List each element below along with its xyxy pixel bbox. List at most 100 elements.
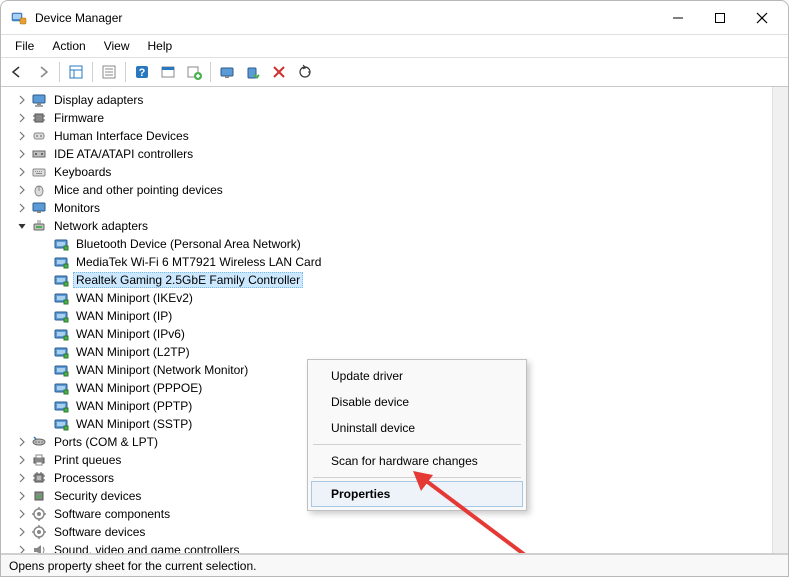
expander-closed-icon[interactable] bbox=[15, 507, 29, 521]
tree-row[interactable]: Human Interface Devices bbox=[7, 127, 772, 145]
tree-item-label[interactable]: Ports (COM & LPT) bbox=[51, 434, 161, 450]
tree-item-label[interactable]: MediaTek Wi-Fi 6 MT7921 Wireless LAN Car… bbox=[73, 254, 324, 270]
forward-button[interactable] bbox=[31, 60, 55, 84]
tree-row[interactable]: Firmware bbox=[7, 109, 772, 127]
maximize-button[interactable] bbox=[710, 8, 730, 28]
ctx-disable-device[interactable]: Disable device bbox=[311, 389, 523, 415]
expander-closed-icon[interactable] bbox=[15, 183, 29, 197]
back-button[interactable] bbox=[5, 60, 29, 84]
tree-item-label[interactable]: WAN Miniport (PPTP) bbox=[73, 398, 195, 414]
ctx-scan[interactable]: Scan for hardware changes bbox=[311, 448, 523, 474]
tree-row[interactable]: Mice and other pointing devices bbox=[7, 181, 772, 199]
expander-closed-icon[interactable] bbox=[15, 525, 29, 539]
tree-item-label[interactable]: Keyboards bbox=[51, 164, 114, 180]
tree-item-label[interactable]: Mice and other pointing devices bbox=[51, 182, 226, 198]
tree-item-label[interactable]: Monitors bbox=[51, 200, 103, 216]
tree-item-label[interactable]: WAN Miniport (IKEv2) bbox=[73, 290, 196, 306]
tree-item-label[interactable]: WAN Miniport (IP) bbox=[73, 308, 175, 324]
tree-item-label[interactable]: Firmware bbox=[51, 110, 107, 126]
expander-closed-icon[interactable] bbox=[15, 543, 29, 553]
tree-item-label[interactable]: WAN Miniport (SSTP) bbox=[73, 416, 195, 432]
sw-icon bbox=[31, 524, 47, 540]
tree-row[interactable]: Keyboards bbox=[7, 163, 772, 181]
toolbar-separator bbox=[210, 62, 211, 82]
ctx-update-driver[interactable]: Update driver bbox=[311, 363, 523, 389]
action-button[interactable] bbox=[156, 60, 180, 84]
network-icon bbox=[31, 218, 47, 234]
expander-closed-icon[interactable] bbox=[15, 165, 29, 179]
monitor-icon bbox=[31, 200, 47, 216]
tree-item-label[interactable]: WAN Miniport (IPv6) bbox=[73, 326, 188, 342]
expander-none bbox=[37, 417, 51, 431]
tree-row[interactable]: WAN Miniport (IPv6) bbox=[7, 325, 772, 343]
net-icon bbox=[53, 326, 69, 342]
add-legacy-button[interactable] bbox=[182, 60, 206, 84]
expander-none bbox=[37, 255, 51, 269]
expander-closed-icon[interactable] bbox=[15, 111, 29, 125]
tree-item-label[interactable]: Human Interface Devices bbox=[51, 128, 192, 144]
net-icon bbox=[53, 308, 69, 324]
tree-row[interactable]: Software devices bbox=[7, 523, 772, 541]
expander-open-icon[interactable] bbox=[15, 219, 29, 233]
chip-icon bbox=[31, 110, 47, 126]
help-button[interactable]: ? bbox=[130, 60, 154, 84]
tree-item-label[interactable]: WAN Miniport (Network Monitor) bbox=[73, 362, 251, 378]
toolbar-separator bbox=[125, 62, 126, 82]
uninstall-button[interactable] bbox=[241, 60, 265, 84]
tree-row[interactable]: WAN Miniport (IP) bbox=[7, 307, 772, 325]
tree-row[interactable]: Monitors bbox=[7, 199, 772, 217]
tree-item-label[interactable]: WAN Miniport (PPPOE) bbox=[73, 380, 205, 396]
show-hide-tree-button[interactable] bbox=[64, 60, 88, 84]
toolbar-separator bbox=[92, 62, 93, 82]
app-icon bbox=[11, 10, 27, 26]
ctx-properties[interactable]: Properties bbox=[311, 481, 523, 507]
expander-closed-icon[interactable] bbox=[15, 489, 29, 503]
menu-view[interactable]: View bbox=[96, 37, 138, 55]
ctx-uninstall-device[interactable]: Uninstall device bbox=[311, 415, 523, 441]
menu-file[interactable]: File bbox=[7, 37, 42, 55]
expander-none bbox=[37, 345, 51, 359]
tree-row[interactable]: Bluetooth Device (Personal Area Network) bbox=[7, 235, 772, 253]
net-icon bbox=[53, 290, 69, 306]
tree-item-label[interactable]: Software devices bbox=[51, 524, 148, 540]
expander-closed-icon[interactable] bbox=[15, 147, 29, 161]
content-area: Display adapters Firmware Human Interface … bbox=[1, 87, 788, 554]
tree-item-label[interactable]: Network adapters bbox=[51, 218, 151, 234]
tree-row[interactable]: Sound, video and game controllers bbox=[7, 541, 772, 553]
tree-row[interactable]: MediaTek Wi-Fi 6 MT7921 Wireless LAN Car… bbox=[7, 253, 772, 271]
expander-closed-icon[interactable] bbox=[15, 93, 29, 107]
minimize-button[interactable] bbox=[668, 8, 688, 28]
expander-closed-icon[interactable] bbox=[15, 435, 29, 449]
ide-icon bbox=[31, 146, 47, 162]
close-button[interactable] bbox=[752, 8, 772, 28]
context-menu: Update driver Disable device Uninstall d… bbox=[307, 359, 527, 511]
tree-item-label[interactable]: Print queues bbox=[51, 452, 124, 468]
tree-row[interactable]: Network adapters bbox=[7, 217, 772, 235]
tree-row[interactable]: WAN Miniport (IKEv2) bbox=[7, 289, 772, 307]
tree-row[interactable]: Realtek Gaming 2.5GbE Family Controller bbox=[7, 271, 772, 289]
expander-closed-icon[interactable] bbox=[15, 453, 29, 467]
tree-item-label[interactable]: Realtek Gaming 2.5GbE Family Controller bbox=[73, 272, 303, 288]
tree-item-label[interactable]: Software components bbox=[51, 506, 173, 522]
expander-closed-icon[interactable] bbox=[15, 471, 29, 485]
tree-item-label[interactable]: Sound, video and game controllers bbox=[51, 542, 242, 553]
update-driver-button[interactable] bbox=[215, 60, 239, 84]
tree-item-label[interactable]: WAN Miniport (L2TP) bbox=[73, 344, 193, 360]
menu-help[interactable]: Help bbox=[140, 37, 181, 55]
expander-closed-icon[interactable] bbox=[15, 129, 29, 143]
tree-item-label[interactable]: IDE ATA/ATAPI controllers bbox=[51, 146, 196, 162]
tree-row[interactable]: Display adapters bbox=[7, 91, 772, 109]
tree-item-label[interactable]: Security devices bbox=[51, 488, 144, 504]
properties-button[interactable] bbox=[97, 60, 121, 84]
menu-action[interactable]: Action bbox=[44, 37, 93, 55]
scan-button[interactable] bbox=[293, 60, 317, 84]
disable-button[interactable] bbox=[267, 60, 291, 84]
expander-none bbox=[37, 363, 51, 377]
tree-item-label[interactable]: Processors bbox=[51, 470, 117, 486]
tree-item-label[interactable]: Display adapters bbox=[51, 92, 146, 108]
tree-item-label[interactable]: Bluetooth Device (Personal Area Network) bbox=[73, 236, 304, 252]
window-controls bbox=[668, 8, 780, 28]
vertical-scrollbar[interactable] bbox=[772, 87, 788, 553]
expander-closed-icon[interactable] bbox=[15, 201, 29, 215]
tree-row[interactable]: IDE ATA/ATAPI controllers bbox=[7, 145, 772, 163]
